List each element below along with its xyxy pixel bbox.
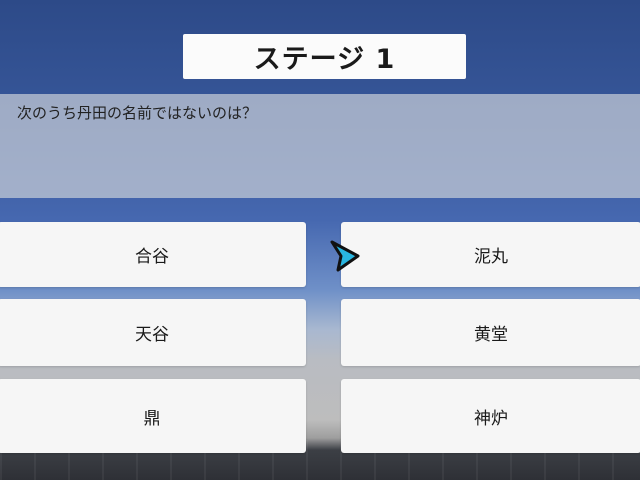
answer-button-1[interactable]: 合谷 [0,222,306,287]
question-panel: 次のうち丹田の名前ではないのは？ [0,94,640,198]
answer-button-5[interactable]: 鼎 [0,379,306,453]
answer-label: 鼎 [143,408,161,429]
arrow-pointer-icon [330,240,360,272]
answer-label: 天谷 [135,325,169,345]
stage-title-text: ステージ 1 [253,44,396,75]
answer-label: 神炉 [474,408,508,429]
answer-button-4[interactable]: 黄堂 [341,299,640,366]
answer-label: 泥丸 [474,247,508,267]
answer-label: 合谷 [135,247,169,267]
stage-title: ステージ 1 [183,34,466,79]
question-text: 次のうち丹田の名前ではないのは？ [17,104,258,122]
answer-button-2[interactable]: 泥丸 [341,222,640,287]
answer-button-6[interactable]: 神炉 [341,379,640,453]
answer-label: 黄堂 [474,325,508,345]
answer-button-3[interactable]: 天谷 [0,299,306,366]
